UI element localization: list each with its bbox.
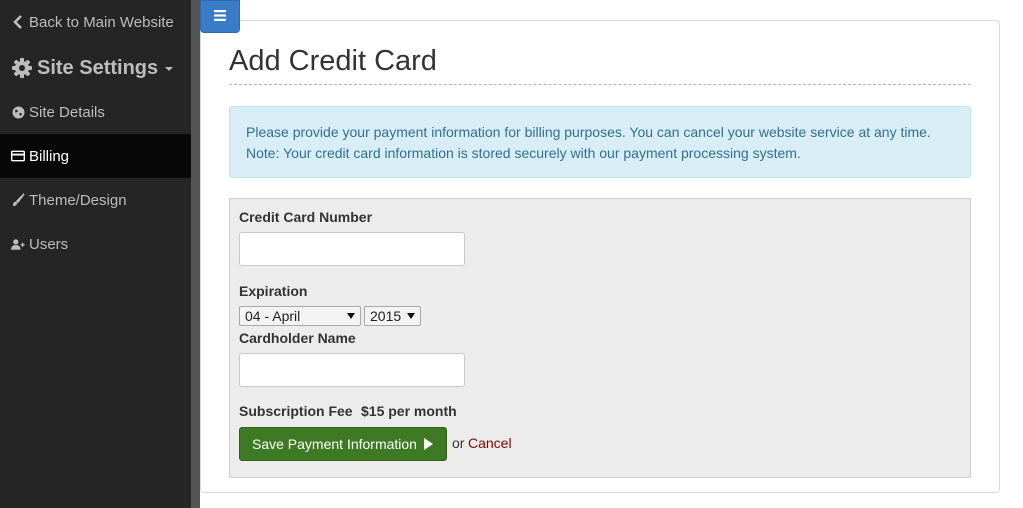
cardholder-name-label: Cardholder Name [239,330,356,346]
subscription-fee-value: $15 per month [361,403,457,419]
gear-icon [11,57,33,79]
sidebar-item-label: Billing [29,147,70,165]
card-number-input[interactable] [239,232,465,266]
save-payment-label: Save Payment Information [252,436,417,452]
site-settings-title: Site Settings [37,56,159,79]
sidebar-item-theme-design[interactable]: Theme/Design [0,178,191,222]
globe-icon [11,105,25,119]
brush-icon [11,193,25,207]
sidebar-item-billing[interactable]: Billing [0,134,191,178]
page-title: Add Credit Card [229,45,437,77]
expiration-month-select[interactable]: 04 - April [239,306,361,326]
back-link-label: Back to Main Website [29,13,174,31]
info-alert: Please provide your payment information … [229,106,971,178]
cardholder-name-input[interactable] [239,353,465,387]
cancel-link[interactable]: Cancel [468,435,512,451]
main-panel: Add Credit Card Please provide your paym… [200,20,1000,493]
sidebar-scrollbar[interactable] [191,0,200,508]
sidebar-item-users[interactable]: Users [0,222,191,266]
alert-line-1: Please provide your payment information … [246,124,931,140]
alert-line-2: Note: Your credit card information is st… [246,145,801,161]
payment-form: Credit Card Number Expiration 04 - April… [229,198,971,478]
sidebar-item-label: Theme/Design [29,191,127,209]
hamburger-icon [214,8,226,26]
back-to-main-website-link[interactable]: Back to Main Website [0,0,191,44]
menu-toggle-button[interactable] [200,0,240,33]
credit-card-icon [11,149,25,163]
sidebar-item-site-details[interactable]: Site Details [0,90,191,134]
site-settings-dropdown[interactable]: Site Settings [0,46,191,90]
dropdown-arrow-icon [407,313,415,319]
title-divider [229,84,971,85]
subscription-fee-label: Subscription Fee [239,403,353,419]
caret-down-icon [165,67,174,71]
play-arrow-icon [423,438,433,450]
expiration-year-select[interactable]: 2015 [364,306,421,326]
save-payment-button[interactable]: Save Payment Information [239,427,447,461]
year-selected-value: 2015 [370,308,402,324]
dropdown-arrow-icon [347,313,355,319]
card-number-label: Credit Card Number [239,209,373,225]
sidebar-item-label: Site Details [29,103,105,121]
expiration-label: Expiration [239,283,308,299]
add-user-icon [11,237,25,251]
sidebar-item-label: Users [29,235,69,253]
sidebar: Back to Main Website Site Settings Site … [0,0,191,508]
or-text: or [452,435,465,451]
chevron-left-icon [11,15,25,29]
month-selected-value: 04 - April [245,308,301,324]
